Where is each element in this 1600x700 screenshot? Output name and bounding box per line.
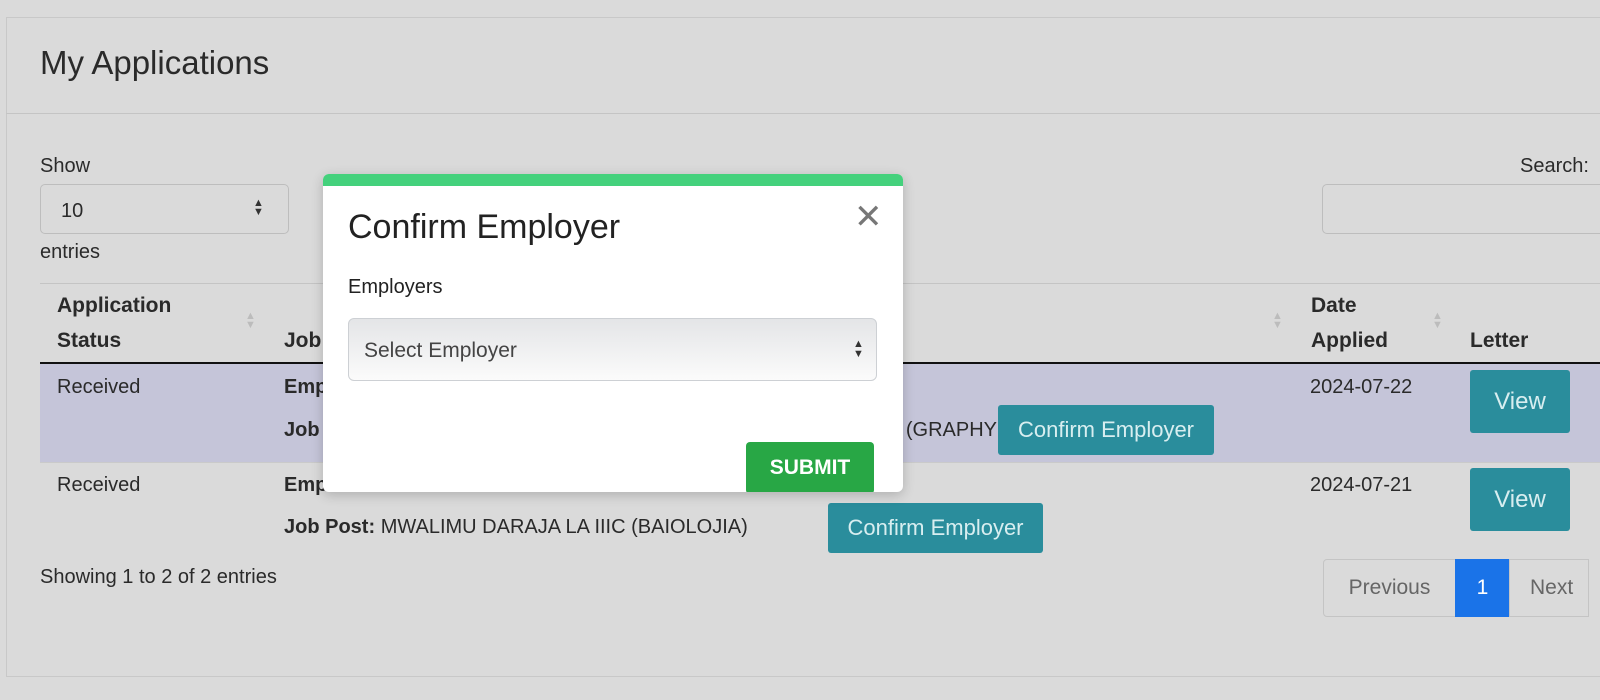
- job-post-value: GRAPHY): [905, 419, 997, 441]
- job-post-label: Job Post:: [284, 516, 376, 538]
- modal-title: Confirm Employer: [348, 208, 621, 246]
- select-arrows-icon: ▲ ▼: [253, 197, 264, 218]
- date-cell: 2024-07-21: [1310, 474, 1413, 496]
- show-label: Show: [40, 155, 91, 177]
- modal-accent-bar: [323, 174, 903, 186]
- employer-select-value: Select Employer: [364, 339, 517, 362]
- search-input[interactable]: [1322, 184, 1600, 234]
- view-letter-button[interactable]: View: [1470, 468, 1570, 531]
- sort-icon[interactable]: ▲ ▼: [1272, 311, 1283, 331]
- search-label: Search:: [1520, 155, 1589, 177]
- header-date-applied[interactable]: Date Applied: [1311, 288, 1388, 358]
- confirm-employer-modal: Confirm Employer ✕ Employers Select Empl…: [323, 174, 903, 492]
- submit-button[interactable]: SUBMIT: [746, 442, 874, 492]
- header-divider: [6, 113, 1600, 114]
- status-cell: Received: [57, 474, 141, 496]
- job-post-label: Job: [284, 419, 320, 441]
- employer-select[interactable]: Select Employer ▲ ▼: [348, 318, 877, 381]
- employers-label: Employers: [348, 276, 443, 298]
- confirm-employer-button[interactable]: Confirm Employer: [998, 405, 1214, 455]
- header-job[interactable]: Job: [284, 323, 321, 358]
- confirm-employer-button[interactable]: Confirm Employer: [828, 503, 1043, 553]
- page-title: My Applications: [40, 44, 270, 81]
- sort-icon[interactable]: ▲ ▼: [1432, 311, 1443, 331]
- pagination-previous[interactable]: Previous: [1323, 559, 1456, 617]
- table-info: Showing 1 to 2 of 2 entries: [40, 566, 277, 588]
- close-icon[interactable]: ✕: [854, 200, 883, 234]
- date-cell: 2024-07-22: [1310, 376, 1413, 398]
- entries-label: entries: [40, 241, 101, 263]
- sort-icon[interactable]: ▲ ▼: [245, 311, 256, 331]
- view-letter-button[interactable]: View: [1470, 370, 1570, 433]
- status-cell: Received: [57, 376, 141, 398]
- pagination-next[interactable]: Next: [1509, 559, 1589, 617]
- header-letter: Letter: [1470, 329, 1529, 352]
- employer-label: Emp: [284, 376, 328, 398]
- job-post-value: MWALIMU DARAJA LA IIIC (BAIOLOJIA): [380, 516, 748, 538]
- pagination-page-1[interactable]: 1: [1455, 559, 1510, 617]
- job-post-cell: Job Post: MWALIMU DARAJA LA IIIC (BAIOLO…: [284, 516, 748, 539]
- employer-label: Emp: [284, 474, 328, 496]
- header-application-status[interactable]: Application Status: [57, 288, 171, 358]
- select-arrows-icon: ▲ ▼: [853, 338, 864, 360]
- entries-select[interactable]: 10 ▲ ▼: [40, 184, 289, 234]
- entries-value: 10: [61, 200, 84, 222]
